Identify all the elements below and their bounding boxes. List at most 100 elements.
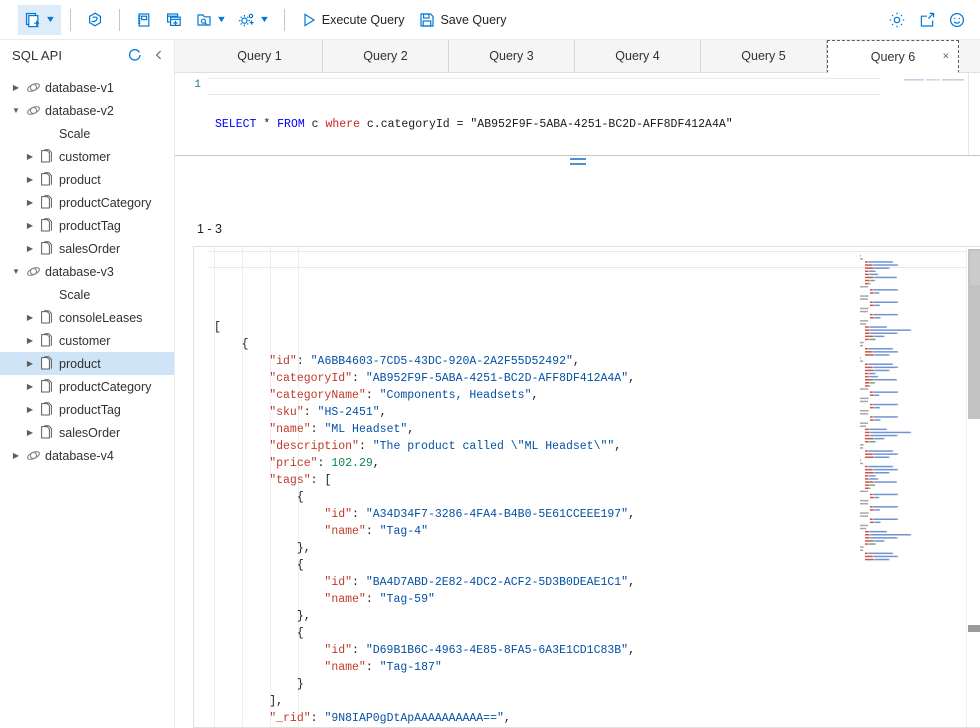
json-token: :: [352, 576, 366, 589]
tree-node-consoleleases[interactable]: ▶ consoleLeases: [0, 306, 174, 329]
tree-node-label: database-v3: [45, 264, 114, 279]
json-token: :: [296, 355, 311, 368]
tree-node-database-v1[interactable]: ▶ database-v1: [0, 76, 174, 99]
json-token: ,: [572, 355, 580, 368]
save-query-label: Save Query: [440, 12, 507, 27]
chevron-right-icon[interactable]: ▶: [22, 198, 38, 207]
tree-node-product[interactable]: ▶ product: [0, 168, 174, 191]
query-tab-2[interactable]: Query 2: [323, 40, 449, 72]
json-token: :: [365, 525, 380, 538]
chevron-down-icon[interactable]: ▼: [8, 106, 24, 115]
save-query-button[interactable]: Save Query: [412, 5, 514, 35]
tree-node-productcategory[interactable]: ▶ productCategory: [0, 191, 174, 214]
settings-button[interactable]: [882, 5, 912, 35]
pane-splitter[interactable]: [175, 155, 980, 168]
tree-node-scale[interactable]: ▶Scale: [0, 122, 174, 145]
chevron-right-icon[interactable]: ▶: [22, 244, 38, 253]
chevron-right-icon[interactable]: ▶: [8, 83, 24, 92]
json-line: "name": "Tag-187": [208, 659, 980, 676]
json-token: {: [214, 559, 304, 572]
toolbar-separator: [283, 8, 285, 31]
json-line: "categoryName": "Components, Headsets",: [208, 387, 980, 404]
query-tab-5[interactable]: Query 5: [701, 40, 827, 72]
json-token: ,: [614, 440, 622, 453]
json-token: {: [214, 491, 304, 504]
new-sql-query-button[interactable]: ▼: [189, 5, 232, 35]
query-editor[interactable]: 1 SELECT * FROM c where c.categoryId = "…: [175, 73, 980, 155]
chevron-right-icon[interactable]: ▶: [22, 382, 38, 391]
tree-node-customer[interactable]: ▶ customer: [0, 145, 174, 168]
query-tab-4[interactable]: Query 4: [575, 40, 701, 72]
cosmos-db-icon: [86, 11, 104, 29]
tree-node-salesorder[interactable]: ▶ salesOrder: [0, 421, 174, 444]
json-code-content[interactable]: [ { "id": "A6BB4603-7CD5-43DC-920A-2A2F5…: [208, 247, 980, 727]
tree-node-scale[interactable]: ▶Scale: [0, 283, 174, 306]
json-line: "sku": "HS-2451",: [208, 404, 980, 421]
sql-token: where: [325, 118, 360, 131]
container-icon: [38, 379, 56, 394]
json-token: "categoryName": [269, 389, 366, 402]
new-stored-procedure-button[interactable]: ▼: [232, 5, 275, 35]
tree-node-producttag[interactable]: ▶ productTag: [0, 398, 174, 421]
feedback-button[interactable]: [942, 5, 972, 35]
tree-node-label: productCategory: [59, 195, 152, 210]
tree-node-label: database-v2: [45, 103, 114, 118]
new-notebook-button[interactable]: [129, 5, 159, 35]
tree-node-label: Scale: [59, 287, 91, 302]
refresh-icon[interactable]: [126, 46, 144, 64]
cosmos-db-button[interactable]: [80, 5, 110, 35]
close-icon[interactable]: ×: [943, 51, 949, 62]
chevron-right-icon[interactable]: ▶: [22, 313, 38, 322]
chevron-right-icon[interactable]: ▶: [22, 152, 38, 161]
json-token: "HS-2451": [317, 406, 380, 419]
json-token: ,: [372, 457, 380, 470]
json-result-viewer[interactable]: [ { "id": "A6BB4603-7CD5-43DC-920A-2A2F5…: [193, 246, 980, 728]
chevron-down-icon[interactable]: ▼: [8, 267, 24, 276]
editor-code-area[interactable]: SELECT * FROM c where c.categoryId = "AB…: [207, 73, 980, 155]
json-token: :: [358, 440, 373, 453]
tree-node-product[interactable]: ▶ product: [0, 352, 174, 375]
chevron-right-icon[interactable]: ▶: [22, 428, 38, 437]
query-tab-6[interactable]: Query 6 ×: [827, 40, 959, 73]
chevron-right-icon[interactable]: ▶: [22, 359, 38, 368]
chevron-left-icon[interactable]: [150, 46, 168, 64]
json-line: {: [208, 557, 980, 574]
chevron-right-icon[interactable]: ▶: [22, 175, 38, 184]
database-icon: [24, 103, 42, 118]
json-token: "D69B1B6C-4963-4E85-8FA5-6A3E1CD1C83B": [365, 644, 629, 657]
tree-node-producttag[interactable]: ▶ productTag: [0, 214, 174, 237]
chevron-right-icon[interactable]: ▶: [22, 405, 38, 414]
chevron-right-icon[interactable]: ▶: [22, 336, 38, 345]
tree-node-salesorder[interactable]: ▶ salesOrder: [0, 237, 174, 260]
query-tab-label: Query 6: [870, 49, 916, 64]
json-token: ],: [214, 695, 284, 708]
tree-node-productcategory[interactable]: ▶ productCategory: [0, 375, 174, 398]
query-tab-3[interactable]: Query 3: [449, 40, 575, 72]
execute-query-button[interactable]: Execute Query: [294, 5, 413, 35]
open-in-new-window-button[interactable]: [912, 5, 942, 35]
json-vertical-scrollbar[interactable]: [966, 247, 980, 727]
tree-node-database-v3[interactable]: ▼ database-v3: [0, 260, 174, 283]
tree-node-database-v2[interactable]: ▼ database-v2: [0, 99, 174, 122]
json-token: {: [214, 627, 304, 640]
chevron-down-icon: ▼: [258, 14, 270, 24]
editor-scrollbar[interactable]: [968, 73, 980, 155]
new-container-button[interactable]: [159, 5, 189, 35]
chevron-right-icon[interactable]: ▶: [22, 221, 38, 230]
query-tab-1[interactable]: Query 1: [197, 40, 323, 72]
database-icon: [24, 448, 42, 463]
new-notebook-icon: [135, 11, 153, 29]
new-item-button[interactable]: ▼: [18, 4, 61, 35]
new-item-icon: [24, 11, 42, 29]
tree-node-database-v4[interactable]: ▶ database-v4: [0, 444, 174, 467]
json-token: "name": [324, 525, 366, 538]
tree-node-customer[interactable]: ▶ customer: [0, 329, 174, 352]
chevron-right-icon[interactable]: ▶: [8, 451, 24, 460]
editor-minimap[interactable]: [904, 77, 966, 95]
